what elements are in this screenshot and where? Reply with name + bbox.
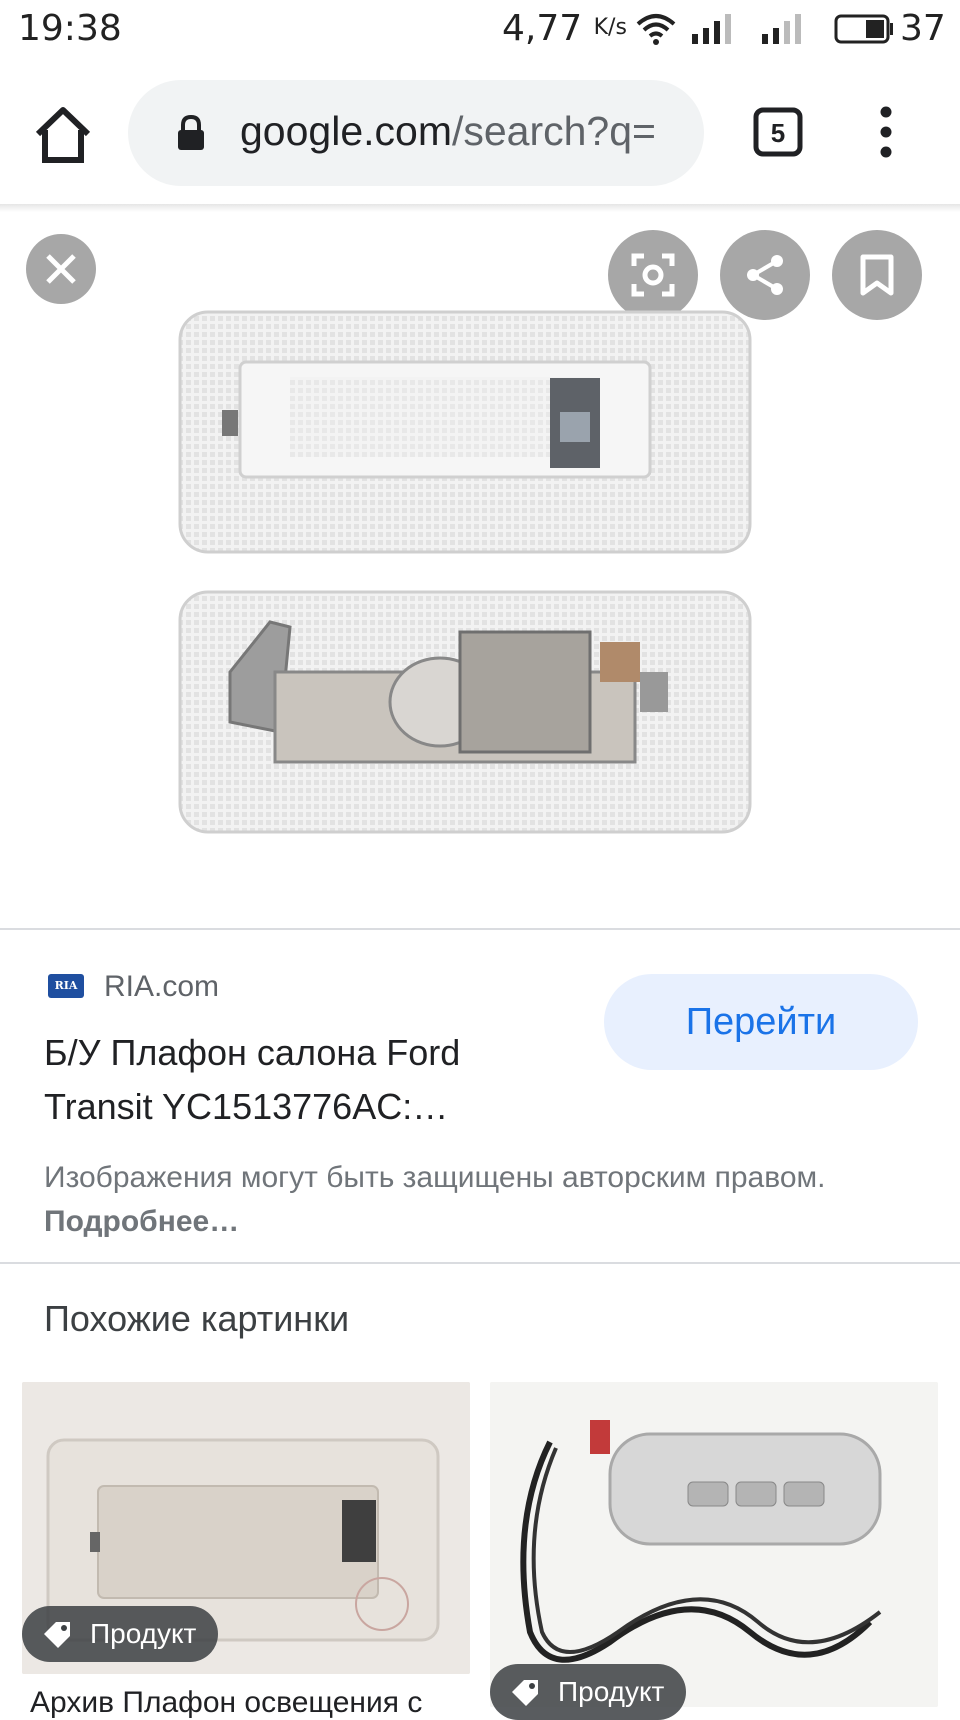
lock-icon (178, 114, 204, 150)
tab-switcher-icon[interactable]: 5 (752, 106, 804, 158)
related-image-2-picture (490, 1382, 938, 1707)
divider (0, 928, 960, 930)
product-chip: Продукт (490, 1664, 687, 1720)
chip-label: Продукт (558, 1676, 665, 1707)
url-text: google.com/search?q= (240, 108, 656, 155)
bookmark-icon (860, 254, 894, 296)
divider (0, 1262, 960, 1264)
cell-signal-2-icon (762, 14, 801, 44)
more-vert-icon[interactable] (866, 102, 906, 162)
wifi-icon (636, 14, 676, 45)
copyright-notice: Изображения могут быть защищены авторски… (44, 1156, 904, 1244)
cell-signal-icon (692, 14, 731, 44)
image-viewer (0, 212, 960, 928)
product-image[interactable] (170, 292, 770, 852)
related-heading: Похожие картинки (44, 1298, 350, 1339)
url-host: google.com (240, 108, 452, 154)
home-icon[interactable] (30, 102, 96, 168)
visit-button[interactable]: Перейти (604, 974, 918, 1070)
toolbar-shadow (0, 204, 960, 212)
source-logo: RIA (48, 974, 84, 998)
copyright-text: Изображения могут быть защищены авторски… (44, 1161, 826, 1194)
source-name[interactable]: RIA.com (104, 970, 219, 1004)
battery-icon (834, 14, 893, 44)
tag-icon (512, 1680, 538, 1706)
close-icon (46, 254, 76, 284)
related-image-caption[interactable]: Архив Плафон освещения с (30, 1686, 422, 1720)
chip-label: Продукт (90, 1618, 197, 1649)
network-speed: 4,77 K/s (502, 8, 627, 49)
url-path: /search?q= (451, 108, 656, 154)
clock: 19:38 (18, 8, 122, 49)
learn-more-link[interactable]: Подробнее… (44, 1205, 239, 1238)
tab-count: 5 (771, 118, 785, 148)
network-speed-value: 4,77 (502, 8, 583, 49)
result-title[interactable]: Б/У Плафон салона Ford Transit YC1513776… (44, 1026, 564, 1134)
share-icon (747, 255, 783, 295)
address-bar[interactable]: google.com/search?q= (128, 80, 704, 186)
save-button[interactable] (832, 230, 922, 320)
related-image-2[interactable] (490, 1382, 938, 1707)
product-chip: Продукт (22, 1606, 219, 1662)
close-button[interactable] (26, 234, 96, 304)
network-speed-unit: K/s (593, 15, 627, 40)
battery-level: 37 (900, 8, 946, 49)
status-bar: 19:38 4,77 K/s 37 (0, 0, 960, 60)
tag-icon (44, 1622, 70, 1648)
browser-toolbar: google.com/search?q= 5 (0, 60, 960, 208)
